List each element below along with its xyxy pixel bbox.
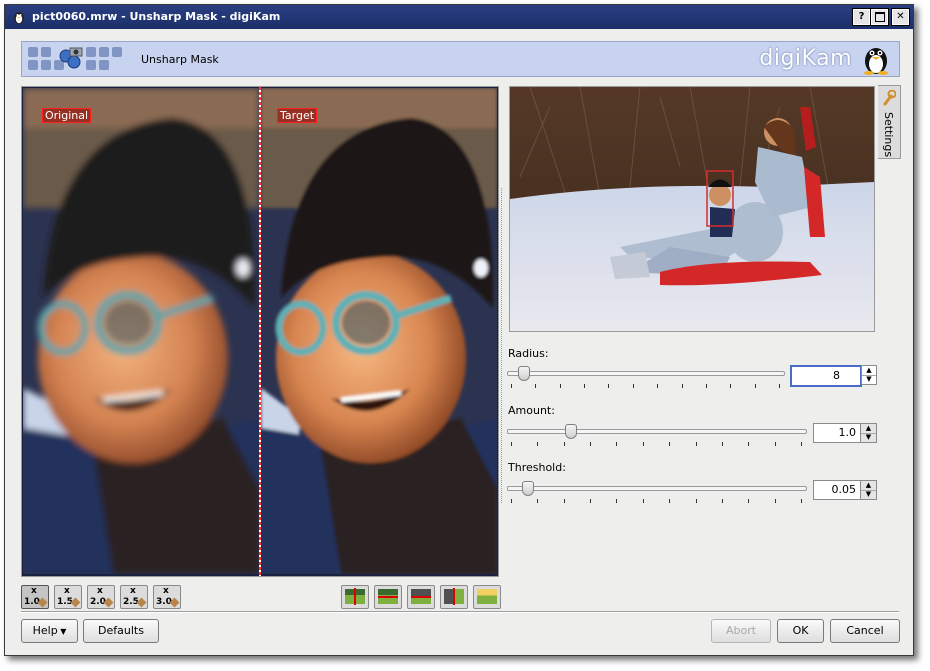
settings-tab[interactable]: Settings bbox=[878, 85, 901, 159]
threshold-slider-handle bbox=[521, 481, 534, 496]
slider-tick bbox=[721, 499, 723, 503]
threshold-label: Threshold: bbox=[508, 461, 566, 474]
defaults-button[interactable]: Defaults bbox=[83, 619, 159, 643]
thumbnail-navigator[interactable] bbox=[509, 86, 875, 332]
slider-tick bbox=[669, 442, 671, 446]
slider-tick bbox=[584, 384, 586, 388]
slider-tick bbox=[537, 442, 539, 446]
slider-tick bbox=[705, 384, 707, 388]
close-icon[interactable]: ✕ bbox=[891, 8, 910, 26]
plugin-title: Unsharp Mask bbox=[141, 53, 219, 66]
slider-tick bbox=[511, 499, 512, 503]
split-vertical-duplicate-button[interactable] bbox=[341, 585, 369, 609]
zoom-1-5-button[interactable]: x 1.5 bbox=[54, 585, 82, 609]
target-only-button[interactable] bbox=[473, 585, 501, 609]
brand-logo: digiKam bbox=[759, 46, 852, 71]
dropdown-arrow-icon: ▼ bbox=[57, 627, 67, 636]
slider-tick bbox=[801, 499, 802, 503]
plugin-logo-icon bbox=[28, 47, 124, 73]
amount-slider[interactable] bbox=[507, 423, 807, 447]
slider-tick bbox=[779, 384, 780, 388]
zoom-2-0-button[interactable]: x 2.0 bbox=[87, 585, 115, 609]
slider-tick bbox=[563, 442, 565, 446]
radius-stepper[interactable]: ▲ ▼ bbox=[861, 365, 877, 385]
panel-divider[interactable] bbox=[501, 188, 504, 503]
slider-tick bbox=[681, 384, 683, 388]
slider-tick bbox=[590, 499, 592, 503]
slider-tick bbox=[511, 384, 512, 388]
slider-tick bbox=[657, 384, 659, 388]
plugin-header: Unsharp Mask digiKam bbox=[21, 41, 900, 77]
split-vertical-button[interactable] bbox=[440, 585, 468, 609]
slider-tick bbox=[590, 442, 592, 446]
slider-tick bbox=[801, 442, 802, 446]
slider-tick bbox=[721, 442, 723, 446]
zoom-2-5-button[interactable]: x 2.5 bbox=[120, 585, 148, 609]
threshold-input[interactable]: 0.05 ▲ ▼ bbox=[813, 480, 877, 500]
slider-tick bbox=[616, 442, 618, 446]
slider-tick bbox=[774, 499, 776, 503]
radius-slider-handle bbox=[517, 366, 530, 381]
slider-tick bbox=[537, 499, 539, 503]
slider-tick bbox=[774, 442, 776, 446]
slider-tick bbox=[695, 499, 697, 503]
app-icon bbox=[14, 12, 24, 24]
zoom-1-0-button[interactable]: x 1.0 bbox=[21, 585, 49, 609]
cancel-button[interactable]: Cancel bbox=[830, 619, 900, 643]
dialog-window: pict0060.mrw - Unsharp Mask - digiKam ? … bbox=[4, 4, 914, 656]
amount-input[interactable]: 1.0 ▲ ▼ bbox=[813, 423, 877, 443]
penguin-mascot-icon bbox=[864, 48, 888, 75]
slider-tick bbox=[695, 442, 697, 446]
split-horizontal-button[interactable] bbox=[407, 585, 435, 609]
settings-tab-label: Settings bbox=[882, 112, 895, 158]
slider-tick bbox=[669, 499, 671, 503]
image-preview[interactable]: Original Target bbox=[21, 86, 499, 577]
wrench-icon bbox=[883, 90, 896, 106]
threshold-slider[interactable] bbox=[507, 480, 807, 504]
slider-tick bbox=[616, 499, 618, 503]
slider-tick bbox=[608, 384, 610, 388]
slider-tick bbox=[754, 384, 756, 388]
radius-input[interactable]: 8 bbox=[790, 365, 862, 387]
step-down-icon: ▼ bbox=[866, 375, 872, 383]
zoom-3-0-button[interactable]: x 3.0 bbox=[153, 585, 181, 609]
slider-tick bbox=[748, 442, 750, 446]
original-label: Original bbox=[42, 108, 92, 123]
target-label: Target bbox=[277, 108, 318, 123]
target-preview[interactable] bbox=[261, 88, 497, 574]
amount-label: Amount: bbox=[508, 404, 555, 417]
slider-tick bbox=[642, 499, 644, 503]
step-down-icon: ▼ bbox=[865, 433, 872, 441]
original-preview[interactable] bbox=[23, 88, 259, 574]
slider-tick bbox=[511, 442, 512, 446]
slider-tick bbox=[535, 384, 537, 388]
button-row-divider bbox=[21, 611, 899, 613]
step-down-icon: ▼ bbox=[865, 490, 872, 498]
slider-tick bbox=[748, 499, 750, 503]
abort-button[interactable]: Abort bbox=[711, 619, 771, 643]
slider-tick bbox=[632, 384, 634, 388]
slider-tick bbox=[730, 384, 732, 388]
split-horizontal-duplicate-button[interactable] bbox=[374, 585, 402, 609]
slider-tick bbox=[563, 499, 565, 503]
maximize-icon[interactable] bbox=[870, 8, 889, 26]
window-title: pict0060.mrw - Unsharp Mask - digiKam bbox=[32, 10, 281, 23]
title-bar[interactable]: pict0060.mrw - Unsharp Mask - digiKam ? … bbox=[5, 5, 913, 29]
radius-slider[interactable] bbox=[507, 365, 785, 389]
help-button[interactable]: Help ▼ bbox=[21, 619, 78, 643]
slider-tick bbox=[642, 442, 644, 446]
radius-label: Radius: bbox=[508, 347, 549, 360]
help-icon[interactable]: ? bbox=[852, 8, 871, 26]
amount-slider-handle bbox=[565, 424, 577, 439]
ok-button[interactable]: OK bbox=[777, 619, 824, 643]
slider-tick bbox=[559, 384, 561, 388]
